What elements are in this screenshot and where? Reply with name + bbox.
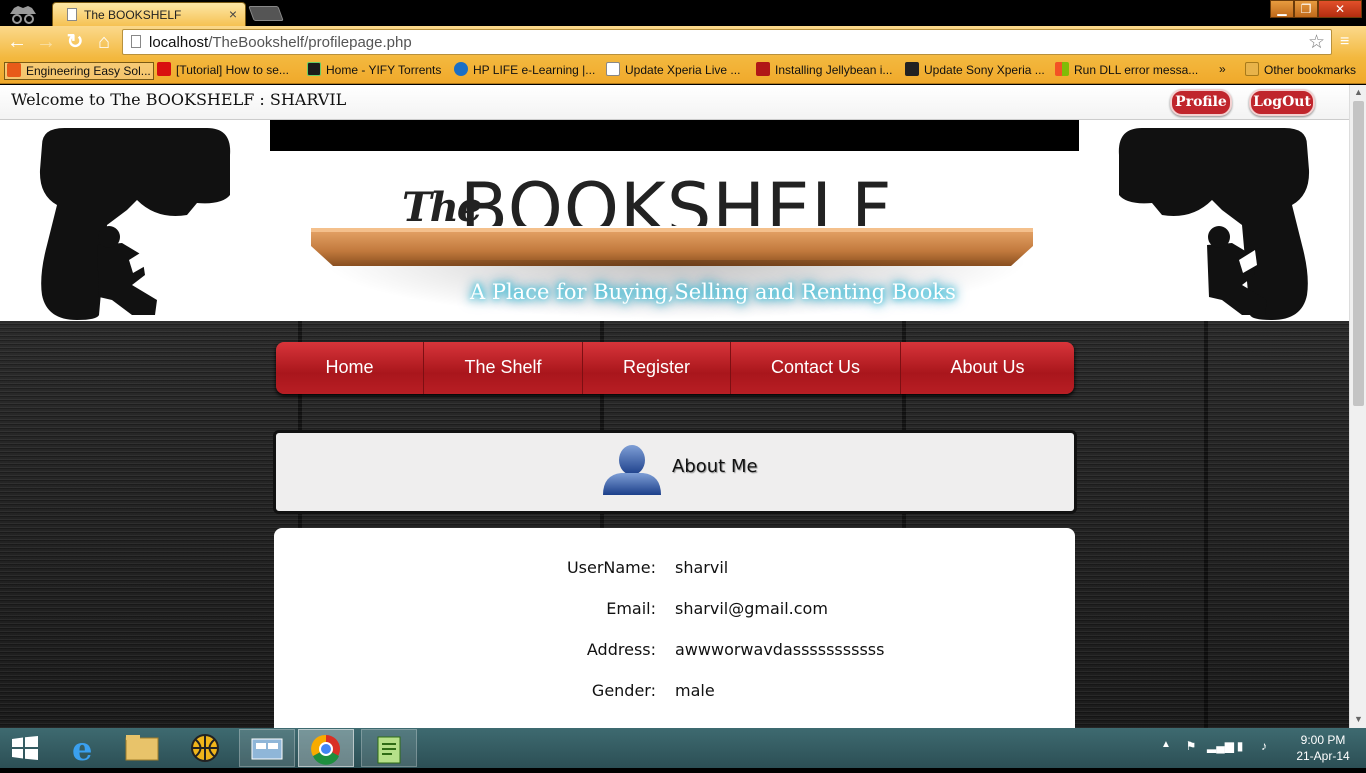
welcome-text: Welcome to The BOOKSHELF : SHARVIL [11, 90, 347, 109]
reload-icon[interactable]: ↻ [64, 31, 86, 53]
welcome-bar: Welcome to The BOOKSHELF : SHARVIL Profi… [0, 85, 1349, 120]
tree-reader-illustration [39, 127, 231, 320]
nav-the-shelf[interactable]: The Shelf [424, 342, 583, 394]
menu-icon[interactable]: ≡ [1340, 33, 1358, 51]
bookmark-star-icon[interactable]: ☆ [1308, 31, 1325, 54]
page-icon [606, 62, 620, 76]
about-me-header: About Me [273, 430, 1077, 514]
file-explorer-icon[interactable] [114, 729, 170, 767]
show-hidden-icons-arrow[interactable]: ▲ [1161, 739, 1171, 750]
nav-contact-us[interactable]: Contact Us [731, 342, 901, 394]
bookmark-item[interactable]: HP LIFE e-Learning |... [454, 62, 595, 80]
taskbar-clock-time[interactable]: 9:00 PM [1290, 733, 1356, 747]
incognito-icon [10, 6, 36, 24]
detail-row: Email: sharvil@gmail.com [274, 599, 1075, 623]
bookmark-item[interactable]: Home - YIFY Torrents [307, 62, 441, 80]
page-icon [131, 35, 141, 48]
new-tab-button[interactable] [248, 6, 284, 21]
globe-icon [454, 62, 468, 76]
site-tagline: A Place for Buying,Selling and Renting B… [470, 280, 956, 304]
maximize-button[interactable]: ❐ [1294, 0, 1318, 18]
detail-row: Gender: male [274, 681, 1075, 705]
profile-button[interactable]: Profile [1170, 89, 1232, 116]
user-icon [603, 445, 661, 495]
scrollbar-thumb[interactable] [1353, 101, 1364, 406]
page-scrollbar[interactable]: ▲ ▼ [1349, 85, 1366, 728]
action-center-flag-icon[interactable]: ⚑ [1183, 739, 1199, 755]
scroll-up-icon[interactable]: ▲ [1354, 87, 1363, 97]
detail-label: Address: [586, 640, 656, 659]
page-viewport: Welcome to The BOOKSHELF : SHARVIL Profi… [0, 85, 1349, 728]
url-text: localhost/TheBookshelf/profilepage.php [149, 34, 412, 51]
back-arrow-icon[interactable]: ← [6, 31, 28, 53]
logo-wordmark: BOOKSHELF [460, 170, 893, 226]
globe-app-icon[interactable] [180, 729, 236, 767]
browser-toolbar: ← → ↻ ⌂ localhost/TheBookshelf/profilepa… [0, 26, 1366, 58]
windows-start-icon[interactable] [12, 736, 38, 760]
forward-arrow-icon[interactable]: → [35, 31, 57, 53]
detail-value: sharvil [675, 558, 729, 577]
nav-register[interactable]: Register [583, 342, 731, 394]
page-icon [67, 8, 77, 21]
folder-icon [1245, 62, 1259, 76]
scroll-down-icon[interactable]: ▼ [1354, 714, 1363, 724]
home-icon[interactable]: ⌂ [93, 31, 115, 53]
yify-icon [307, 62, 321, 76]
logout-button[interactable]: LogOut [1249, 89, 1315, 116]
windows-icon [1055, 62, 1069, 76]
bookmark-item[interactable]: Update Sony Xperia ... [905, 62, 1045, 80]
taskbar-clock-date[interactable]: 21-Apr-14 [1290, 749, 1356, 763]
youtube-icon [157, 62, 171, 76]
browser-titlebar: The BOOKSHELF × ▁ ❐ ✕ [0, 0, 1366, 27]
windows-taskbar: e ▲ ⚑ ▂▄▆ ▮ ♪ 9:00 PM 21-Apr-14 [0, 728, 1366, 768]
volume-icon[interactable]: ♪ [1256, 739, 1272, 755]
svg-text:e: e [72, 730, 92, 767]
detail-value: male [675, 681, 715, 700]
bookmark-item[interactable]: Engineering Easy Sol... [4, 62, 154, 80]
detail-row: UserName: sharvil [274, 558, 1075, 582]
other-bookmarks[interactable]: Other bookmarks [1245, 62, 1356, 80]
site-banner: The BOOKSHELF A Place for Buying,Selling… [0, 120, 1349, 321]
address-bar[interactable]: localhost/TheBookshelf/profilepage.php ☆ [122, 29, 1332, 55]
bookmark-item[interactable]: Update Xperia Live ... [606, 62, 740, 80]
bookmark-item[interactable]: [Tutorial] How to se... [157, 62, 289, 80]
g-icon [905, 62, 919, 76]
profile-details: UserName: sharvil Email: sharvil@gmail.c… [274, 528, 1075, 728]
tree-reader-illustration [1118, 127, 1310, 320]
bookmark-item[interactable]: Installing Jellybean i... [756, 62, 892, 80]
nav-home[interactable]: Home [276, 342, 424, 394]
bookmarks-bar: Engineering Easy Sol... [Tutorial] How t… [0, 58, 1366, 84]
internet-explorer-icon[interactable]: e [56, 729, 112, 768]
blogger-icon [7, 63, 21, 77]
remote-desktop-icon[interactable] [239, 729, 295, 767]
banner-strip [270, 120, 1079, 151]
battery-icon[interactable]: ▮ [1232, 739, 1248, 755]
bookmark-item[interactable]: Run DLL error messa... [1055, 62, 1198, 80]
detail-label: UserName: [566, 558, 656, 577]
detail-row: Address: awwworwavdasssssssssss [274, 640, 1075, 664]
detail-value: awwworwavdasssssssssss [675, 640, 885, 659]
spy-icon [756, 62, 770, 76]
tab-title: The BOOKSHELF [84, 8, 182, 22]
chrome-icon[interactable] [298, 729, 354, 767]
main-navigation: Home The Shelf Register Contact Us About… [276, 342, 1074, 394]
browser-tab[interactable]: The BOOKSHELF × [52, 2, 246, 27]
close-tab-icon[interactable]: × [229, 6, 237, 22]
detail-value: sharvil@gmail.com [675, 599, 828, 618]
detail-label: Email: [606, 599, 656, 618]
nav-about-us[interactable]: About Us [901, 342, 1074, 394]
about-me-title: About Me [672, 456, 758, 477]
minimize-button[interactable]: ▁ [1270, 0, 1294, 18]
detail-label: Gender: [591, 681, 656, 700]
close-window-button[interactable]: ✕ [1318, 0, 1362, 18]
network-signal-icon[interactable]: ▂▄▆ [1207, 739, 1234, 755]
notepad-plus-plus-icon[interactable] [361, 729, 417, 767]
bookmarks-overflow-button[interactable]: » [1219, 62, 1226, 80]
